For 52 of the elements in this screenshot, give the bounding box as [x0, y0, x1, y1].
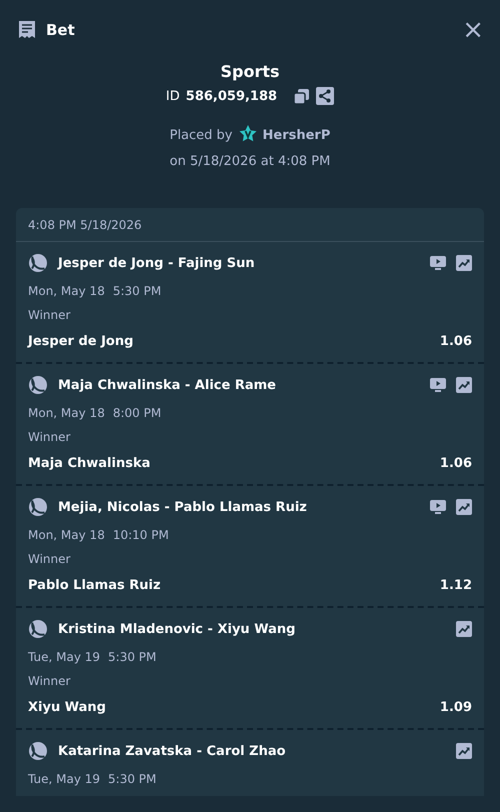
chart-icon[interactable]: [456, 499, 472, 515]
selection-name: Xiyu Wang: [28, 700, 106, 714]
event-time: 5:30 PM: [112, 284, 162, 298]
odds-value: 1.06: [440, 456, 472, 470]
event-date: Tue, May 19: [28, 650, 100, 664]
event-date: Tue, May 19: [28, 772, 100, 786]
tennis-ball-icon: [28, 375, 48, 395]
event-name[interactable]: Jesper de Jong - Fajing Sun: [58, 256, 420, 270]
event-date: Mon, May 18: [28, 406, 105, 420]
event-name[interactable]: Katarina Zavatska - Carol Zhao: [58, 744, 446, 758]
market-name: Winner: [28, 552, 72, 566]
odds-value: 1.09: [440, 700, 472, 714]
receipt-icon: [17, 20, 37, 40]
bet-id: 586,059,188: [186, 88, 278, 104]
tennis-ball-icon: [28, 497, 48, 517]
selection-name: Maja Chwalinska: [28, 456, 150, 470]
slip-timestamp: 4:08 PM 5/18/2026: [16, 208, 484, 242]
event-time: 5:30 PM: [108, 650, 156, 664]
event-time: 10:10 PM: [112, 528, 169, 542]
live-stream-icon[interactable]: [430, 378, 446, 392]
odds-value: 1.06: [440, 334, 472, 348]
selection-name: Pablo Llamas Ruiz: [28, 578, 161, 592]
share-icon[interactable]: [316, 87, 334, 105]
username-link[interactable]: HersherP: [262, 128, 330, 142]
chart-icon[interactable]: [456, 743, 472, 759]
event-date: Mon, May 18: [28, 284, 105, 298]
market-name: Winner: [28, 308, 72, 322]
tennis-ball-icon: [28, 741, 48, 761]
chart-icon[interactable]: [456, 621, 472, 637]
placed-by-label: Placed by: [170, 128, 233, 142]
odds-value: 1.12: [440, 578, 472, 592]
chart-icon[interactable]: [456, 377, 472, 393]
event-time: 5:30 PM: [108, 772, 156, 786]
selection-name: Jesper de Jong: [28, 334, 134, 348]
bet-category: Sports: [220, 62, 280, 81]
copy-icon[interactable]: [293, 88, 310, 104]
market-name: Winner: [28, 430, 72, 444]
id-label: ID: [166, 88, 180, 104]
tennis-ball-icon: [28, 619, 48, 639]
placed-date: on 5/18/2026 at 4:08 PM: [170, 154, 330, 169]
event-time: 8:00 PM: [112, 406, 162, 420]
panel-title: Bet: [46, 21, 75, 39]
event-name[interactable]: Kristina Mladenovic - Xiyu Wang: [58, 622, 446, 636]
live-stream-icon[interactable]: [430, 500, 446, 514]
market-name: Winner: [28, 674, 72, 688]
event-date: Mon, May 18: [28, 528, 105, 542]
live-stream-icon[interactable]: [430, 256, 446, 270]
chart-icon[interactable]: [456, 255, 472, 271]
event-name[interactable]: Mejia, Nicolas - Pablo Llamas Ruiz: [58, 500, 420, 514]
close-button[interactable]: ×: [462, 20, 484, 40]
event-name[interactable]: Maja Chwalinska - Alice Rame: [58, 378, 420, 392]
tennis-ball-icon: [28, 253, 48, 273]
